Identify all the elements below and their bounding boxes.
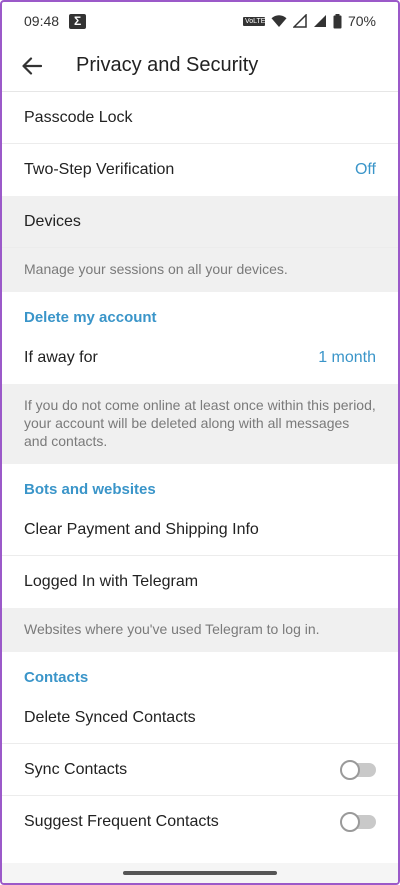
devices-row[interactable]: Devices xyxy=(2,196,398,248)
clear-payment-row[interactable]: Clear Payment and Shipping Info xyxy=(2,504,398,556)
if-away-for-label: If away for xyxy=(24,349,98,366)
status-time: 09:48 xyxy=(24,13,60,29)
wifi-icon xyxy=(271,15,287,27)
passcode-lock-row[interactable]: Passcode Lock xyxy=(2,92,398,144)
status-left: 09:48 Σ xyxy=(24,13,87,29)
delete-synced-contacts-label: Delete Synced Contacts xyxy=(24,708,196,726)
app-bar: Privacy and Security xyxy=(2,40,398,92)
sigma-notification-icon: Σ xyxy=(69,13,87,29)
gesture-nav-bar xyxy=(2,863,398,883)
logged-in-telegram-label: Logged In with Telegram xyxy=(24,573,199,590)
screen-frame: 09:48 Σ VoLTE 70% Privacy and Security P… xyxy=(0,0,400,885)
settings-list: Passcode Lock Two-Step Verification Off … xyxy=(2,92,398,848)
devices-info: Manage your sessions on all your devices… xyxy=(2,248,398,292)
arrow-left-icon xyxy=(22,56,42,75)
status-bar: 09:48 Σ VoLTE 70% xyxy=(2,2,398,40)
battery-icon xyxy=(333,13,342,28)
sync-contacts-label: Sync Contacts xyxy=(24,760,128,778)
contacts-section-title: Contacts xyxy=(2,652,398,692)
toggle-knob xyxy=(340,759,360,780)
sync-contacts-row[interactable]: Sync Contacts xyxy=(2,744,398,796)
if-away-for-value: 1 month xyxy=(318,349,376,366)
bots-websites-info: Websites where you've used Telegram to l… xyxy=(2,608,398,652)
suggest-frequent-contacts-toggle[interactable] xyxy=(340,812,376,832)
signal-icon-secondary xyxy=(313,15,326,27)
suggest-frequent-contacts-label: Suggest Frequent Contacts xyxy=(24,813,219,830)
if-away-for-row[interactable]: If away for 1 month xyxy=(2,332,398,384)
delete-account-info: If you do not come online at least once … xyxy=(2,384,398,464)
two-step-verification-value: Off xyxy=(354,161,376,178)
battery-percent: 70% xyxy=(347,13,376,29)
sync-contacts-toggle[interactable] xyxy=(340,759,376,780)
delete-account-section-title: Delete my account xyxy=(2,292,398,332)
two-step-verification-label: Two-Step Verification xyxy=(24,161,175,178)
volte-icon: VoLTE xyxy=(242,16,266,26)
page-title: Privacy and Security xyxy=(76,54,259,76)
bots-websites-section-title: Bots and websites xyxy=(2,464,398,504)
home-indicator[interactable] xyxy=(123,871,277,875)
clear-payment-label: Clear Payment and Shipping Info xyxy=(24,520,259,538)
status-right: VoLTE 70% xyxy=(242,13,376,29)
suggest-frequent-contacts-row[interactable]: Suggest Frequent Contacts xyxy=(2,796,398,848)
devices-label: Devices xyxy=(24,212,81,230)
delete-synced-contacts-row[interactable]: Delete Synced Contacts xyxy=(2,692,398,744)
back-button[interactable] xyxy=(2,40,62,92)
toggle-knob xyxy=(340,812,360,832)
passcode-lock-label: Passcode Lock xyxy=(24,108,133,126)
logged-in-telegram-row[interactable]: Logged In with Telegram xyxy=(2,556,398,608)
signal-icon xyxy=(292,14,307,28)
two-step-verification-row[interactable]: Two-Step Verification Off xyxy=(2,144,398,196)
